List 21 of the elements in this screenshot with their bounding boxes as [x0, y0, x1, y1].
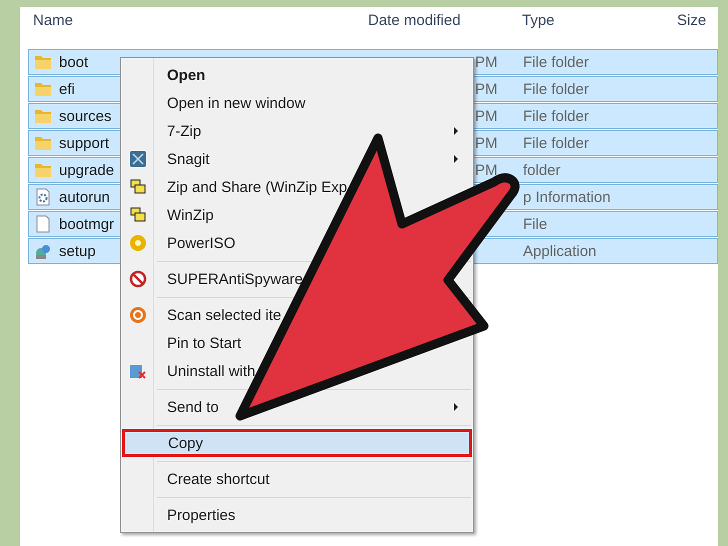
file-type: File folder [523, 80, 589, 98]
file-name: support [59, 134, 110, 152]
file-type: File [523, 216, 548, 232]
file-name: autorun [59, 188, 110, 206]
date-modified: PM [475, 134, 498, 152]
file-type: p Information [523, 188, 611, 206]
file-name: efi [59, 80, 75, 98]
file-type: folder [523, 162, 561, 178]
file-type: File folder [523, 108, 589, 124]
file-type: File folder [523, 54, 589, 70]
file-name: setup [59, 242, 96, 260]
file-name: upgrade [59, 162, 114, 178]
date-modified: PM [475, 54, 498, 70]
date-modified: PM [475, 162, 498, 178]
file-type: File folder [523, 134, 589, 152]
date-modified: PM [475, 108, 498, 124]
file-name: sources [59, 108, 112, 124]
file-type: Application [523, 242, 596, 260]
file-name: boot [59, 54, 88, 70]
file-name: bootmgr [59, 216, 114, 232]
date-modified: PM [475, 80, 498, 98]
